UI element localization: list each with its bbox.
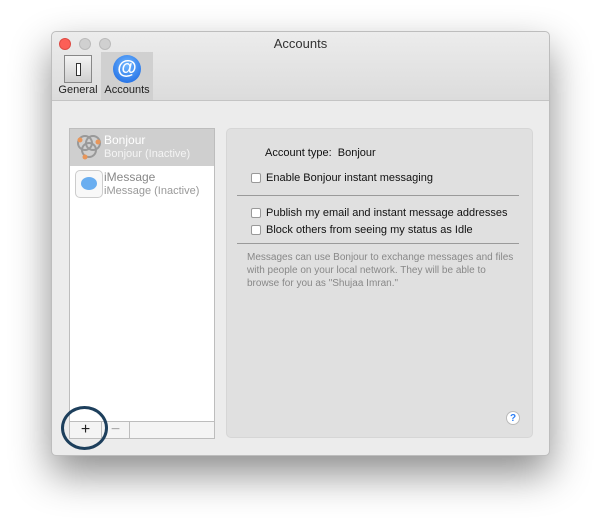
tab-general[interactable]: General xyxy=(56,52,100,100)
highlight-circle xyxy=(61,406,108,450)
checkbox-box[interactable] xyxy=(251,208,261,218)
tab-label: Accounts xyxy=(104,84,150,96)
block-idle-checkbox[interactable]: Block others from seeing my status as Id… xyxy=(251,224,473,236)
publish-email-checkbox[interactable]: Publish my email and instant message add… xyxy=(251,207,508,219)
checkbox-box[interactable] xyxy=(251,225,261,235)
at-sign-icon: @ xyxy=(113,55,141,83)
account-type: Account type: Bonjour xyxy=(265,147,376,159)
toolbar: Accounts General @ Accounts xyxy=(52,32,549,101)
checkbox-box[interactable] xyxy=(251,173,261,183)
checkbox-label: Enable Bonjour instant messaging xyxy=(266,172,433,184)
account-status: iMessage (Inactive) xyxy=(104,185,200,197)
checkbox-label: Publish my email and instant message add… xyxy=(266,207,508,219)
account-item-bonjour[interactable]: Bonjour Bonjour (Inactive) xyxy=(70,129,214,166)
tab-accounts[interactable]: @ Accounts xyxy=(101,52,153,100)
window-title: Accounts xyxy=(273,36,328,51)
account-status: Bonjour (Inactive) xyxy=(104,148,191,160)
accounts-list: Bonjour Bonjour (Inactive) iMessage iMes… xyxy=(69,128,215,438)
checkbox-label: Block others from seeing my status as Id… xyxy=(266,224,473,236)
account-type-value: Bonjour xyxy=(337,147,376,159)
bonjour-icon xyxy=(75,133,103,161)
accounts-window: Accounts General @ Accounts Bonjour Bonj… xyxy=(51,31,550,456)
divider xyxy=(237,243,519,244)
enable-bonjour-checkbox[interactable]: Enable Bonjour instant messaging xyxy=(251,172,433,184)
account-item-imessage[interactable]: iMessage iMessage (Inactive) xyxy=(70,166,214,203)
divider xyxy=(237,195,519,196)
account-name: iMessage xyxy=(104,170,156,184)
button-bar-filler xyxy=(130,422,214,438)
tab-label: General xyxy=(58,84,98,96)
imessage-icon xyxy=(75,170,103,198)
switch-icon xyxy=(64,55,92,83)
bonjour-description: Messages can use Bonjour to exchange mes… xyxy=(247,252,514,289)
help-button[interactable]: ? xyxy=(506,411,520,425)
account-name: Bonjour xyxy=(104,133,146,147)
account-detail-panel: Account type: Bonjour Enable Bonjour ins… xyxy=(226,128,533,438)
account-type-label: Account type: xyxy=(265,147,332,159)
